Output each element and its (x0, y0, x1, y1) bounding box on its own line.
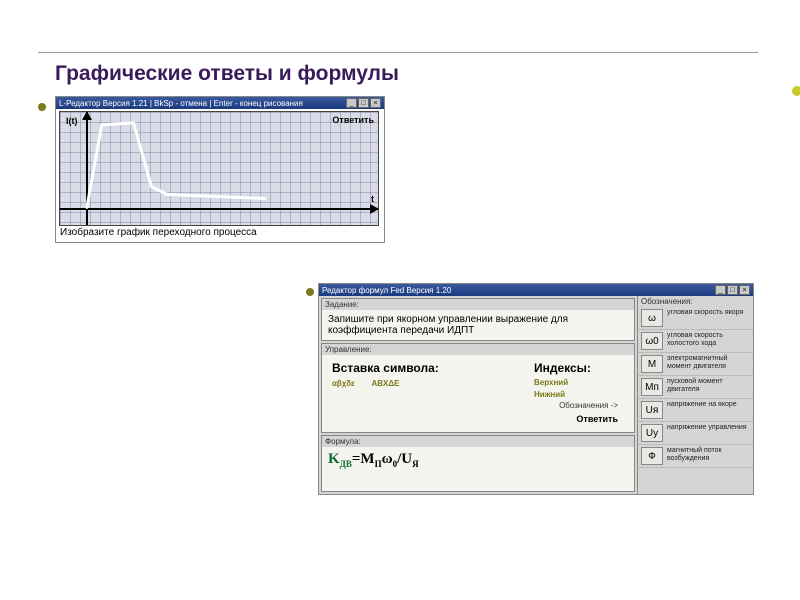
legend-symbol: ω0 (641, 332, 663, 350)
task-section: Задание: Запишите при якорном управлении… (321, 298, 635, 341)
close-button[interactable]: × (739, 285, 750, 295)
legend-text: пусковой момент двигателя (667, 378, 750, 393)
subscript-button[interactable]: Нижний (534, 390, 624, 399)
formula-header: Формула: (322, 436, 634, 447)
plot-canvas[interactable]: I(t) t Ответить (59, 111, 379, 226)
divider (38, 52, 758, 53)
minimize-button[interactable]: _ (715, 285, 726, 295)
insert-symbol-label: Вставка символа: (332, 361, 528, 375)
legend-item[interactable]: Фмагнитный поток возбуждения (638, 445, 753, 468)
legend-item[interactable]: ω0 угловая скорость холостого хода (638, 330, 753, 353)
legend-symbol: ω (641, 309, 663, 327)
control-section: Управление: Вставка символа: αβχδε ABXΔE… (321, 343, 635, 433)
legend-symbol: Ф (641, 447, 663, 465)
maximize-button[interactable]: □ (358, 98, 369, 108)
legend-item[interactable]: Mэлектромагнитный момент двигателя (638, 353, 753, 376)
legend-symbol: Mп (641, 378, 663, 396)
legend-toggle[interactable]: Обозначения -> (332, 399, 624, 412)
legend-item[interactable]: Uя напряжение на якоре (638, 399, 753, 422)
control-header: Управление: (322, 344, 634, 355)
legend-item[interactable]: ω угловая скорость якоря (638, 307, 753, 330)
legend-header: Обозначения: (638, 296, 753, 307)
formula-editor-window: Редактор формул Fed Версия 1.20 _ □ × За… (318, 283, 754, 495)
titlebar-text: L-Редактор Версия 1.21 | BkSp - отмена |… (59, 99, 303, 108)
close-button[interactable]: × (370, 98, 381, 108)
index-label: Индексы: (534, 361, 624, 375)
legend-text: угловая скорость холостого хода (667, 332, 750, 347)
task-text: Запишите при якорном управлении выражени… (322, 310, 634, 340)
page-title: Графические ответы и формулы (55, 62, 399, 86)
legend-item[interactable]: Uу напряжение управления (638, 422, 753, 445)
legend-text: напряжение управления (667, 424, 750, 432)
bullet-icon (306, 288, 314, 296)
graph-caption: Изобразите график переходного процесса (56, 224, 384, 242)
titlebar-text: Редактор формул Fed Версия 1.20 (322, 286, 451, 295)
legend-item[interactable]: Mп пусковой момент двигателя (638, 376, 753, 399)
chart-curve (60, 112, 378, 226)
answer-button[interactable]: Ответить (332, 412, 624, 426)
legend-text: угловая скорость якоря (667, 309, 750, 317)
superscript-button[interactable]: Верхний (534, 378, 624, 387)
legend-symbol: Uу (641, 424, 663, 442)
formula-section: Формула: KДВ=MПω0/UЯ (321, 435, 635, 492)
greek-symbols-button[interactable]: αβχδε (332, 379, 355, 388)
formula-editor-titlebar[interactable]: Редактор формул Fed Версия 1.20 _ □ × (319, 284, 753, 296)
legend-text: магнитный поток возбуждения (667, 447, 750, 462)
formula-input[interactable]: KДВ=MПω0/UЯ (322, 447, 634, 491)
maximize-button[interactable]: □ (727, 285, 738, 295)
minimize-button[interactable]: _ (346, 98, 357, 108)
latin-symbols-button[interactable]: ABXΔE (371, 379, 399, 388)
task-header: Задание: (322, 299, 634, 310)
graph-editor-window: L-Редактор Версия 1.21 | BkSp - отмена |… (55, 96, 385, 243)
bullet-icon (38, 103, 46, 111)
legend-symbol: Uя (641, 401, 663, 419)
legend-pane: Обозначения: ω угловая скорость якоря ω0 уг… (637, 296, 753, 494)
graph-editor-titlebar[interactable]: L-Редактор Версия 1.21 | BkSp - отмена |… (56, 97, 384, 109)
legend-symbol: M (641, 355, 663, 373)
legend-text: напряжение на якоре (667, 401, 750, 409)
legend-text: электромагнитный момент двигателя (667, 355, 750, 370)
